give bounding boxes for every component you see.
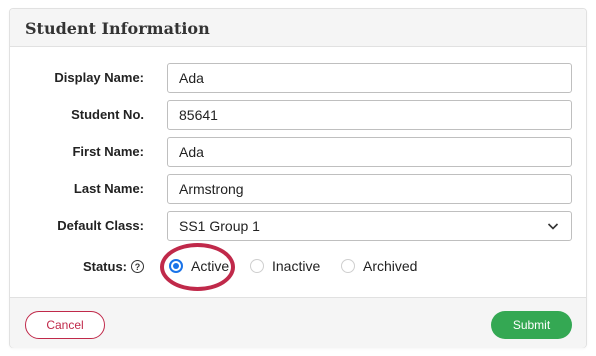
last-name-input[interactable]: Armstrong [167, 174, 572, 204]
field-first-name: First Name: Ada [10, 137, 586, 167]
display-name-label: Display Name: [54, 70, 144, 85]
radio-unchecked-icon[interactable] [341, 259, 355, 273]
field-default-class: Default Class: SS1 Group 1 [10, 211, 586, 241]
field-display-name: Display Name: Ada [10, 63, 586, 93]
last-name-label: Last Name: [73, 181, 144, 196]
first-name-input[interactable]: Ada [167, 137, 572, 167]
default-class-select[interactable]: SS1 Group 1 [167, 211, 572, 241]
radio-checked-icon[interactable] [169, 259, 183, 273]
field-last-name: Last Name: Armstrong [10, 174, 586, 204]
radio-inactive[interactable]: Inactive [250, 258, 320, 274]
status-label-group: Status: ? [83, 259, 144, 274]
status-label: Status: [82, 259, 127, 274]
card-footer: Cancel Submit [10, 297, 586, 348]
radio-unchecked-icon[interactable] [250, 259, 264, 273]
chevron-down-icon [547, 223, 559, 230]
first-name-value: Ada [179, 144, 204, 160]
radio-active[interactable]: Active [169, 258, 229, 274]
display-name-value: Ada [179, 70, 204, 86]
last-name-value: Armstrong [179, 181, 244, 197]
student-info-card: Student Information Display Name: Ada St… [9, 8, 587, 348]
card-title: Student Information [25, 19, 210, 38]
default-class-label: Default Class: [57, 218, 144, 233]
student-no-value: 85641 [179, 107, 218, 123]
radio-active-label: Active [191, 258, 230, 274]
first-name-label: First Name: [72, 144, 144, 159]
student-no-input[interactable]: 85641 [167, 100, 572, 130]
radio-archived[interactable]: Archived [341, 258, 417, 274]
radio-inactive-label: Inactive [272, 258, 321, 274]
default-class-value: SS1 Group 1 [179, 218, 260, 234]
card-header: Student Information [10, 9, 586, 47]
field-student-no: Student No. 85641 [10, 100, 586, 130]
submit-button[interactable]: Submit [491, 311, 572, 339]
help-icon[interactable]: ? [131, 260, 144, 273]
radio-archived-label: Archived [363, 258, 418, 274]
student-no-label: Student No. [71, 107, 144, 122]
display-name-input[interactable]: Ada [167, 63, 572, 93]
cancel-button[interactable]: Cancel [25, 311, 105, 339]
